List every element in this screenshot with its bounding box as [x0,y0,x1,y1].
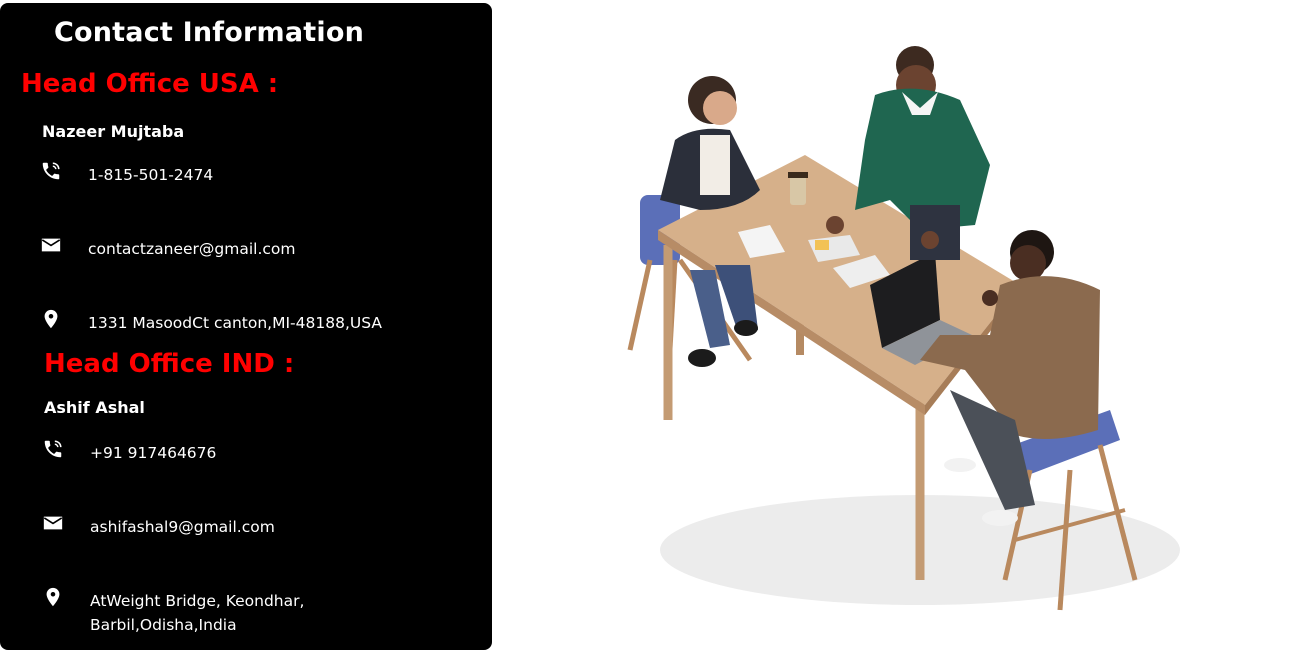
phone-icon [44,440,62,458]
mail-icon [43,516,63,530]
mail-icon [41,238,61,252]
office-usa-person: Nazeer Mujtaba [42,122,185,141]
office-usa-heading: Head Office USA : [21,69,279,99]
office-usa-email: contactzaneer@gmail.com [88,240,296,258]
contact-card: Contact Information Head Office USA : Na… [0,3,492,650]
contact-title: Contact Information [54,17,364,48]
phone-icon [42,162,60,180]
office-ind-address: AtWeight Bridge, Keondhar, Barbil,Odisha… [90,592,305,634]
office-usa-address: 1331 MasoodCt canton,MI-48188,USA [88,314,382,332]
office-ind-heading: Head Office IND : [44,349,295,379]
location-pin-icon [44,309,58,329]
office-ind-phone: +91 917464676 [90,444,217,462]
location-pin-icon [46,587,60,607]
team-meeting-illustration [627,46,1180,611]
office-ind-email: ashifashal9@gmail.com [90,518,275,536]
office-usa-phone: 1-815-501-2474 [88,166,214,184]
office-ind-person: Ashif Ashal [44,398,145,417]
